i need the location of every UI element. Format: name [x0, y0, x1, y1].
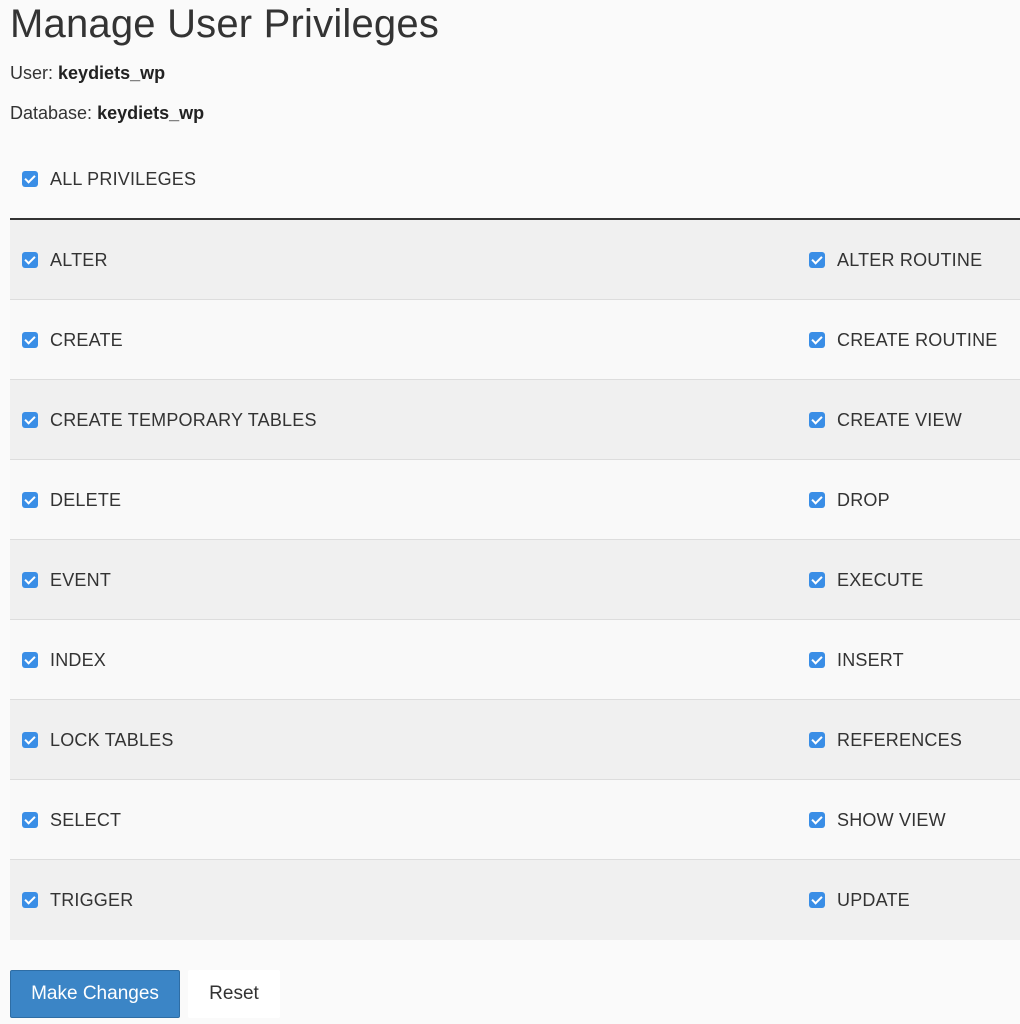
privilege-label-insert[interactable]: INSERT	[837, 650, 904, 671]
privilege-option-trigger[interactable]: TRIGGER	[22, 860, 133, 940]
privilege-row: CREATE TEMPORARY TABLES CREATE VIEW	[10, 380, 1020, 460]
privilege-label-index[interactable]: INDEX	[50, 650, 106, 671]
privilege-label-delete[interactable]: DELETE	[50, 490, 121, 511]
privilege-checkbox-alter-routine[interactable]	[809, 252, 825, 268]
privilege-row: LOCK TABLES REFERENCES	[10, 700, 1020, 780]
privilege-label-drop[interactable]: DROP	[837, 490, 890, 511]
privilege-label-show-view[interactable]: SHOW VIEW	[837, 810, 946, 831]
privilege-option-select[interactable]: SELECT	[22, 780, 121, 860]
database-label: Database:	[10, 103, 93, 123]
privilege-checkbox-delete[interactable]	[22, 492, 38, 508]
privilege-option-lock-tables[interactable]: LOCK TABLES	[22, 700, 174, 780]
privilege-option-index[interactable]: INDEX	[22, 620, 106, 700]
privilege-option-event[interactable]: EVENT	[22, 540, 111, 620]
privilege-option-drop[interactable]: DROP	[809, 460, 890, 540]
privilege-option-alter[interactable]: ALTER	[22, 220, 108, 300]
privilege-checkbox-update[interactable]	[809, 892, 825, 908]
privilege-label-select[interactable]: SELECT	[50, 810, 121, 831]
privileges-table: ALTER ALTER ROUTINE CREATE CREATE ROUTINE CR…	[10, 218, 1020, 940]
privilege-label-event[interactable]: EVENT	[50, 570, 111, 591]
privilege-label-lock-tables[interactable]: LOCK TABLES	[50, 730, 174, 751]
privilege-option-create[interactable]: CREATE	[22, 300, 123, 380]
privilege-label-trigger[interactable]: TRIGGER	[50, 890, 133, 911]
privilege-checkbox-references[interactable]	[809, 732, 825, 748]
database-value: keydiets_wp	[97, 103, 205, 123]
privilege-row: EVENT EXECUTE	[10, 540, 1020, 620]
reset-button[interactable]: Reset	[188, 970, 280, 1018]
privilege-checkbox-create-view[interactable]	[809, 412, 825, 428]
privilege-checkbox-select[interactable]	[22, 812, 38, 828]
manage-privileges-page: Manage User Privileges User: keydiets_wp…	[0, 0, 1020, 1024]
database-info: Database: keydiets_wp	[10, 101, 204, 125]
make-changes-button[interactable]: Make Changes	[10, 970, 180, 1018]
privilege-row: ALTER ALTER ROUTINE	[10, 220, 1020, 300]
privilege-checkbox-insert[interactable]	[809, 652, 825, 668]
privilege-option-alter-routine[interactable]: ALTER ROUTINE	[809, 220, 982, 300]
privilege-checkbox-alter[interactable]	[22, 252, 38, 268]
privilege-row: INDEX INSERT	[10, 620, 1020, 700]
all-privileges-checkbox[interactable]	[22, 171, 38, 187]
privilege-option-create-routine[interactable]: CREATE ROUTINE	[809, 300, 997, 380]
privilege-option-execute[interactable]: EXECUTE	[809, 540, 923, 620]
privilege-checkbox-lock-tables[interactable]	[22, 732, 38, 748]
page-title: Manage User Privileges	[10, 2, 440, 46]
privilege-checkbox-create-routine[interactable]	[809, 332, 825, 348]
privilege-label-execute[interactable]: EXECUTE	[837, 570, 923, 591]
privilege-checkbox-create-temporary-tables[interactable]	[22, 412, 38, 428]
privilege-label-alter[interactable]: ALTER	[50, 250, 108, 271]
privilege-checkbox-trigger[interactable]	[22, 892, 38, 908]
privilege-row: CREATE CREATE ROUTINE	[10, 300, 1020, 380]
privilege-option-create-view[interactable]: CREATE VIEW	[809, 380, 962, 460]
privilege-checkbox-index[interactable]	[22, 652, 38, 668]
privilege-label-references[interactable]: REFERENCES	[837, 730, 962, 751]
privilege-option-show-view[interactable]: SHOW VIEW	[809, 780, 946, 860]
privilege-option-update[interactable]: UPDATE	[809, 860, 910, 940]
privilege-checkbox-execute[interactable]	[809, 572, 825, 588]
privilege-option-create-temporary-tables[interactable]: CREATE TEMPORARY TABLES	[22, 380, 317, 460]
privilege-row: SELECT SHOW VIEW	[10, 780, 1020, 860]
user-label: User:	[10, 63, 54, 83]
privilege-label-create-routine[interactable]: CREATE ROUTINE	[837, 330, 997, 351]
privilege-row: TRIGGER UPDATE	[10, 860, 1020, 940]
form-actions: Make Changes Reset	[10, 970, 280, 1018]
privilege-checkbox-create[interactable]	[22, 332, 38, 348]
privilege-label-update[interactable]: UPDATE	[837, 890, 910, 911]
privilege-checkbox-show-view[interactable]	[809, 812, 825, 828]
privilege-label-create-view[interactable]: CREATE VIEW	[837, 410, 962, 431]
privilege-checkbox-event[interactable]	[22, 572, 38, 588]
all-privileges-label[interactable]: ALL PRIVILEGES	[50, 169, 196, 190]
privilege-option-delete[interactable]: DELETE	[22, 460, 121, 540]
all-privileges-option[interactable]: ALL PRIVILEGES	[22, 167, 196, 191]
privilege-row: DELETE DROP	[10, 460, 1020, 540]
user-info: User: keydiets_wp	[10, 61, 165, 85]
privilege-option-insert[interactable]: INSERT	[809, 620, 904, 700]
privilege-checkbox-drop[interactable]	[809, 492, 825, 508]
privilege-option-references[interactable]: REFERENCES	[809, 700, 962, 780]
privilege-label-create-temporary-tables[interactable]: CREATE TEMPORARY TABLES	[50, 410, 317, 431]
privilege-label-alter-routine[interactable]: ALTER ROUTINE	[837, 250, 982, 271]
user-value: keydiets_wp	[58, 63, 166, 83]
privilege-label-create[interactable]: CREATE	[50, 330, 123, 351]
